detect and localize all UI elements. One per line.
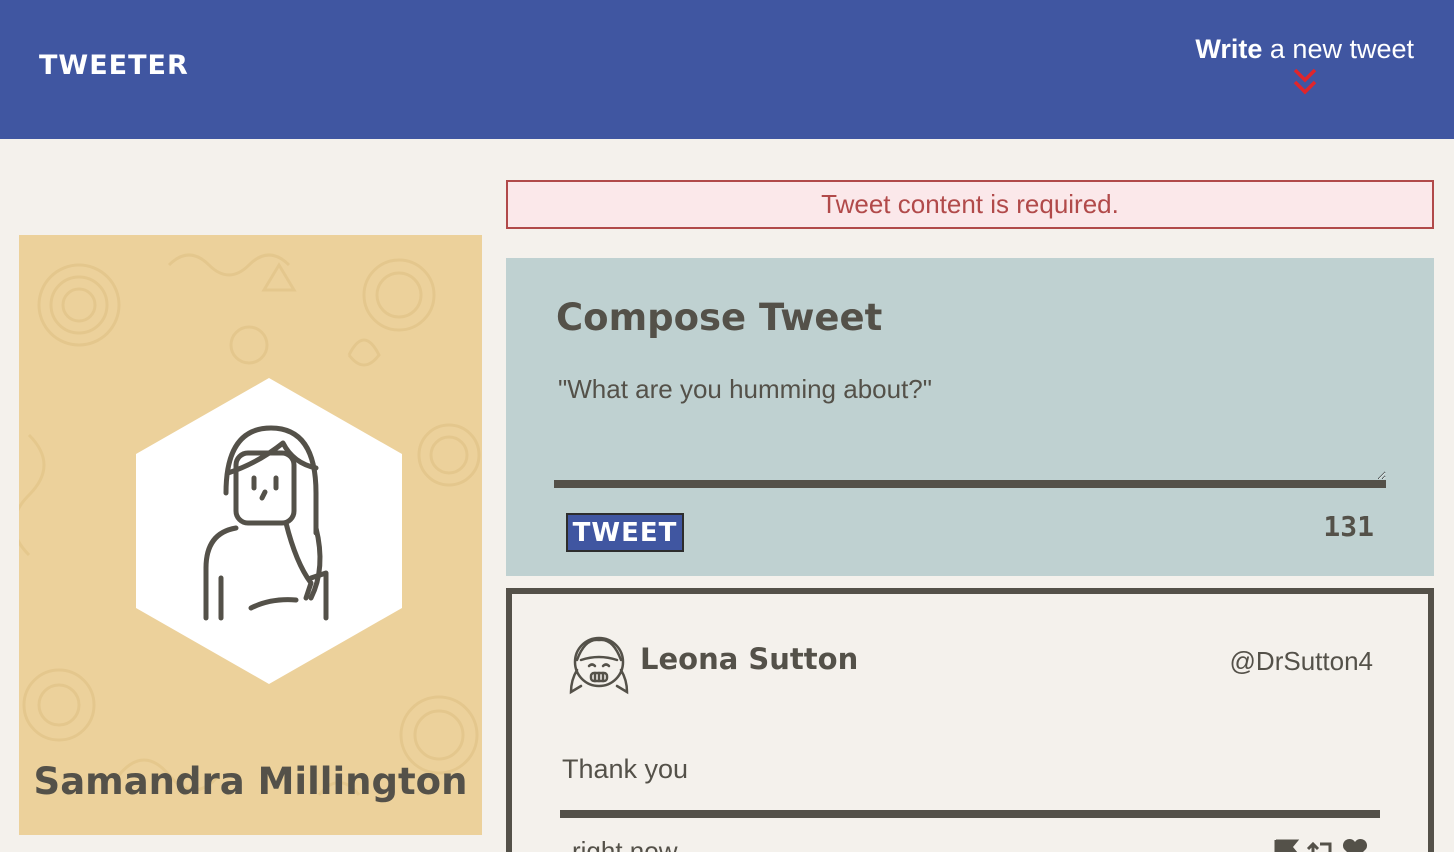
compose-title: Compose Tweet bbox=[556, 296, 883, 339]
flag-icon[interactable] bbox=[1272, 838, 1302, 852]
heart-icon[interactable] bbox=[1340, 838, 1370, 852]
compose-tweet-section: Compose Tweet TWEET 131 bbox=[506, 258, 1434, 576]
tweet-divider bbox=[560, 810, 1380, 818]
tweet-author-handle: @DrSutton4 bbox=[1229, 646, 1373, 676]
profile-name: Samandra Millington bbox=[33, 760, 468, 803]
tweet-submit-button[interactable]: TWEET bbox=[566, 513, 684, 552]
retweet-icon[interactable] bbox=[1306, 838, 1336, 852]
smiling-girl-avatar-icon bbox=[569, 636, 629, 695]
brand-logo[interactable]: TWEETER bbox=[39, 50, 189, 81]
tweet-card: Leona Sutton @DrSutton4 Thank you right … bbox=[506, 588, 1434, 852]
profile-avatar-hexagon bbox=[136, 378, 402, 684]
tweet-content: Thank you bbox=[562, 754, 689, 784]
error-banner: Tweet content is required. bbox=[506, 180, 1434, 229]
character-counter: 131 bbox=[1323, 510, 1374, 543]
top-nav: TWEETER Write a new tweet bbox=[0, 0, 1454, 139]
write-label-bold: Write bbox=[1195, 34, 1263, 64]
tweet-timestamp: right now bbox=[572, 836, 678, 852]
write-label-rest: a new tweet bbox=[1262, 34, 1414, 64]
profile-card: Samandra Millington bbox=[19, 235, 482, 835]
write-new-tweet-link[interactable]: Write a new tweet bbox=[1195, 34, 1414, 65]
tweet-actions bbox=[1272, 838, 1370, 852]
tweet-author-name: Leona Sutton bbox=[640, 642, 859, 676]
double-chevron-down-icon[interactable] bbox=[1292, 68, 1318, 98]
tweet-text-input[interactable] bbox=[554, 370, 1386, 488]
